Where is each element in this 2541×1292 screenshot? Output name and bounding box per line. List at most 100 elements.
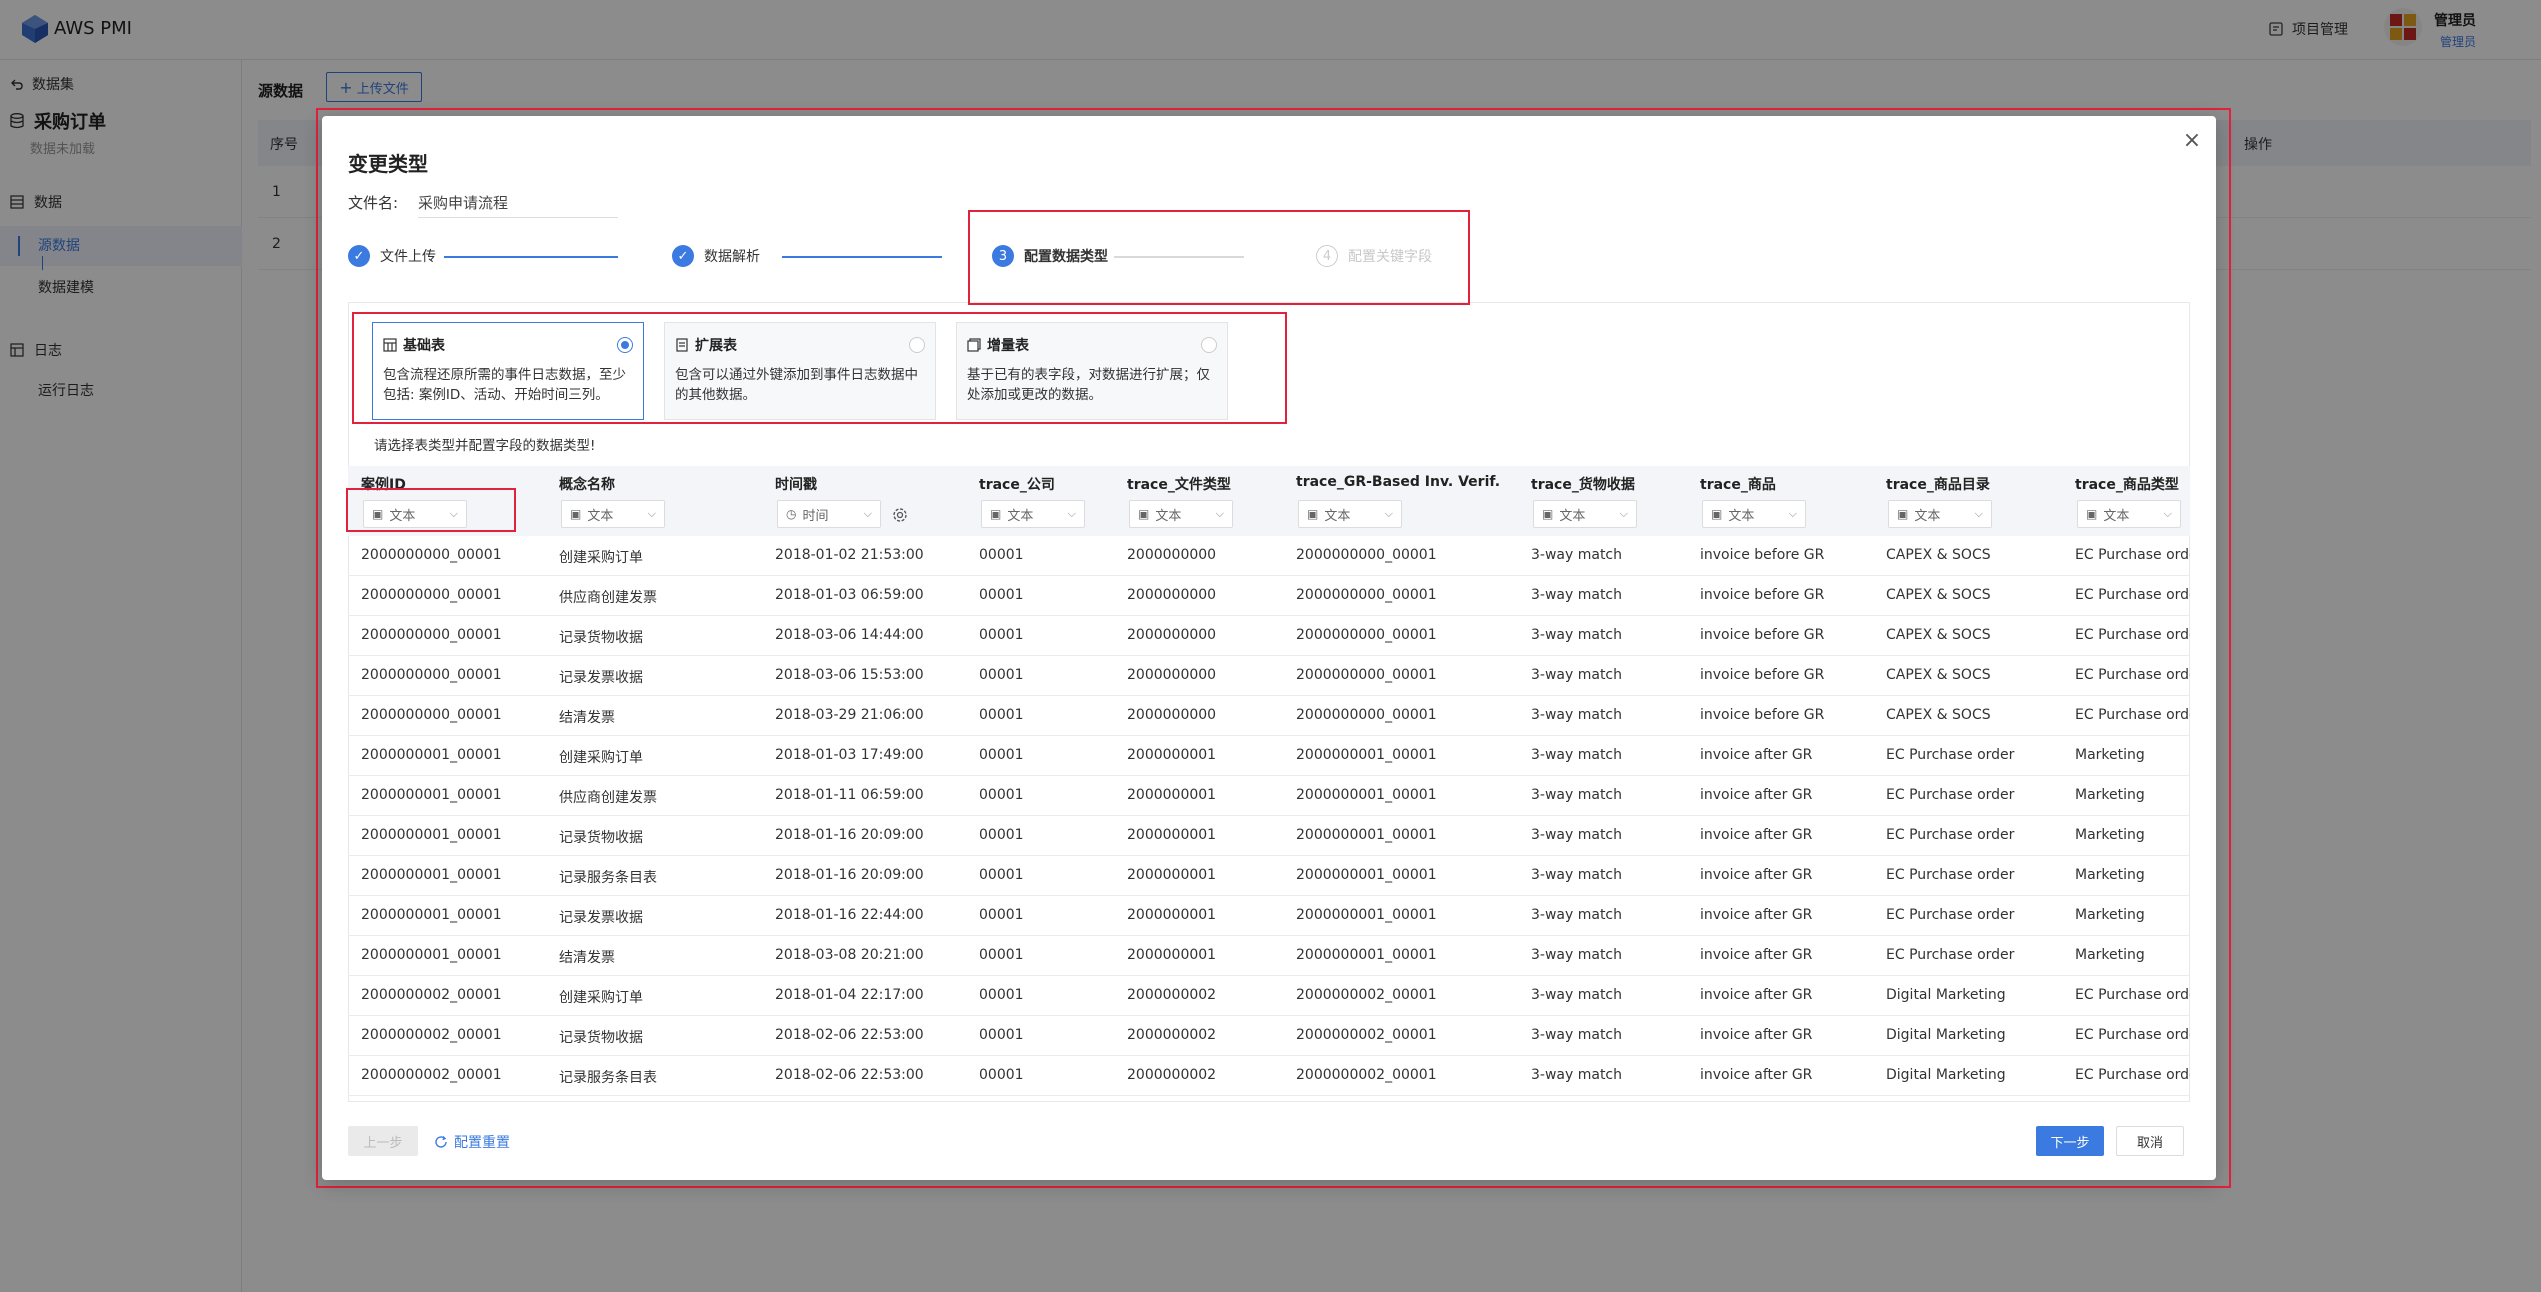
column-type-select[interactable]: ▣ 文本 ⌵ — [561, 500, 665, 528]
step-label: 配置数据类型 — [1024, 249, 1108, 265]
table-cell: invoice before GR — [1700, 587, 1825, 603]
table-cell: EC Purchase order — [1886, 907, 2015, 923]
table-cell: 2000000001_00001 — [1296, 947, 1437, 963]
radio-selected[interactable] — [617, 337, 633, 353]
column-type-select[interactable]: ▣ 文本 ⌵ — [1129, 500, 1233, 528]
table-cell: Digital Marketing — [1886, 1027, 2006, 1043]
table-cell: 2000000000 — [1127, 587, 1217, 603]
table-row[interactable]: 2000000001_00001 创建采购订单 2018-01-03 17:49:0… — [348, 736, 2190, 776]
table-cell: EC Purchase order — [2075, 1067, 2190, 1083]
table-row[interactable]: 2000000001_00001 记录货物收据 2018-01-16 20:09:0… — [348, 816, 2190, 856]
table-cell: 2000000002_00001 — [361, 1067, 502, 1083]
column-type-select[interactable]: ▣ 文本 ⌵ — [1533, 500, 1637, 528]
table-cell: 2018-01-16 20:09:00 — [775, 827, 924, 843]
table-cell: invoice after GR — [1700, 907, 1813, 923]
table-cell: 3-way match — [1531, 707, 1622, 723]
column-type-select[interactable]: ▣ 文本 ⌵ — [1888, 500, 1992, 528]
table-row[interactable]: 2000000000_00001 记录发票收据 2018-03-06 15:53:0… — [348, 656, 2190, 696]
table-cell: 2000000002_00001 — [1296, 1027, 1437, 1043]
column-type-value: 文本 — [1324, 508, 1351, 524]
type-card-extension[interactable]: 扩展表 包含可以通过外键添加到事件日志数据中的其他数据。 — [664, 322, 936, 420]
table-cell: 2018-01-16 20:09:00 — [775, 867, 924, 883]
file-name-value: 采购申请流程 — [418, 192, 618, 218]
table-cell: invoice after GR — [1700, 747, 1813, 763]
table-cell: 2000000000_00001 — [361, 707, 502, 723]
table-row[interactable]: 2000000001_00001 记录服务条目表 2018-01-16 20:09:… — [348, 856, 2190, 896]
column-type-value: 文本 — [2103, 508, 2130, 524]
table-cell: 2000000000_00001 — [1296, 547, 1437, 563]
table-cell: 2000000001_00001 — [1296, 787, 1437, 803]
column-type-select[interactable]: ▣ 文本 ⌵ — [981, 500, 1085, 528]
step-label: 配置关键字段 — [1348, 249, 1432, 265]
table-cell: 2000000002_00001 — [361, 1027, 502, 1043]
column-type-select[interactable]: ▣ 文本 ⌵ — [2077, 500, 2181, 528]
type-card-header: 扩展表 — [675, 335, 925, 355]
table-cell: 2000000000_00001 — [1296, 667, 1437, 683]
table-cell: 3-way match — [1531, 1067, 1622, 1083]
table-row[interactable]: 2000000001_00001 供应商创建发票 2018-01-11 06:59:… — [348, 776, 2190, 816]
type-card-base[interactable]: 基础表 包含流程还原所需的事件日志数据，至少包括: 案例ID、活动、开始时间三列… — [372, 322, 644, 420]
table-cell: 3-way match — [1531, 787, 1622, 803]
table-row[interactable]: 2000000000_00001 结清发票 2018-03-29 21:06:00 0… — [348, 696, 2190, 736]
table-cell: 记录货物收据 — [559, 1030, 643, 1046]
table-row[interactable]: 2000000000_00001 记录货物收据 2018-03-06 14:44:0… — [348, 616, 2190, 656]
step-label: 文件上传 — [380, 249, 436, 265]
reset-config-button[interactable]: 配置重置 — [434, 1132, 510, 1152]
table-cell: 2000000001_00001 — [361, 867, 502, 883]
table-cell: 00001 — [979, 907, 1024, 923]
table-cell: invoice after GR — [1700, 867, 1813, 883]
table-cell: 2018-01-04 22:17:00 — [775, 987, 924, 1003]
text-type-icon: ▣ — [372, 507, 384, 521]
table-cell: 2000000000_00001 — [1296, 707, 1437, 723]
table-cell: 2018-02-06 22:53:00 — [775, 1067, 924, 1083]
file-name-label: 文件名: — [348, 194, 399, 212]
gear-icon[interactable] — [891, 506, 909, 524]
table-row[interactable]: 2000000000_00001 供应商创建发票 2018-01-03 06:59:… — [348, 576, 2190, 616]
table-cell: 2018-01-02 21:53:00 — [775, 547, 924, 563]
table-row[interactable]: 2000000000_00001 创建采购订单 2018-01-02 21:53:0… — [348, 536, 2190, 576]
table-row[interactable]: 2000000001_00001 结清发票 2018-03-08 20:21:00 0… — [348, 936, 2190, 976]
text-type-icon: ▣ — [1542, 507, 1554, 521]
chevron-down-icon: ⌵ — [449, 507, 458, 520]
chevron-down-icon: ⌵ — [2163, 507, 2172, 520]
table-cell: 2018-03-08 20:21:00 — [775, 947, 924, 963]
chevron-down-icon: ⌵ — [1619, 507, 1628, 520]
table-row[interactable]: 2000000001_00001 记录发票收据 2018-01-16 22:44:0… — [348, 896, 2190, 936]
column-header: trace_公司 — [979, 477, 1055, 493]
next-step-button[interactable]: 下一步 — [2036, 1126, 2104, 1156]
table-cell: invoice after GR — [1700, 827, 1813, 843]
table-cell: 创建采购订单 — [559, 990, 643, 1006]
table-cell: 记录货物收据 — [559, 630, 643, 646]
table-cell: 记录服务条目表 — [559, 1070, 657, 1086]
table-cell: 记录服务条目表 — [559, 870, 657, 886]
text-type-icon: ▣ — [2086, 507, 2098, 521]
table-cell: 3-way match — [1531, 867, 1622, 883]
refresh-icon — [435, 1136, 447, 1148]
close-icon[interactable]: × — [2180, 128, 2204, 153]
table-cell: EC Purchase order — [2075, 1027, 2190, 1043]
type-desc: 基于已有的表字段，对数据进行扩展；仅处添加或更改的数据。 — [967, 367, 1210, 403]
radio-unselected[interactable] — [909, 337, 925, 353]
table-cell: 2000000000 — [1127, 627, 1217, 643]
chevron-down-icon: ⌵ — [1384, 507, 1393, 520]
step-label: 数据解析 — [704, 249, 760, 265]
column-type-select[interactable]: ◷ 时间 ⌵ — [777, 500, 881, 528]
step-connector — [1114, 256, 1244, 258]
text-type-icon: ▣ — [990, 507, 1002, 521]
cancel-button[interactable]: 取消 — [2116, 1126, 2184, 1156]
column-type-select[interactable]: ▣ 文本 ⌵ — [363, 500, 467, 528]
column-type-select[interactable]: ▣ 文本 ⌵ — [1702, 500, 1806, 528]
radio-unselected[interactable] — [1201, 337, 1217, 353]
table-cell: 2000000000_00001 — [1296, 587, 1437, 603]
column-type-value: 文本 — [587, 508, 614, 524]
table-row[interactable]: 2000000002_00001 记录货物收据 2018-02-06 22:53:0… — [348, 1016, 2190, 1056]
column-type-select[interactable]: ▣ 文本 ⌵ — [1298, 500, 1402, 528]
table-cell: 2000000001 — [1127, 827, 1217, 843]
prev-step-button[interactable]: 上一步 — [348, 1126, 418, 1156]
table-cell: 3-way match — [1531, 587, 1622, 603]
table-cell: EC Purchase order — [1886, 787, 2015, 803]
table-row[interactable]: 2000000002_00001 记录服务条目表 2018-02-06 22:53:… — [348, 1056, 2190, 1096]
table-row[interactable]: 2000000002_00001 创建采购订单 2018-01-04 22:17:0… — [348, 976, 2190, 1016]
type-card-incremental[interactable]: 增量表 基于已有的表字段，对数据进行扩展；仅处添加或更改的数据。 — [956, 322, 1228, 420]
table-cell: 2000000001 — [1127, 747, 1217, 763]
